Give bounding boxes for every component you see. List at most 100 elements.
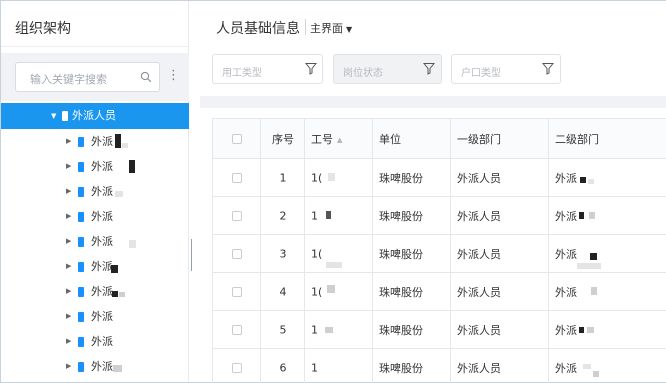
filter-icon[interactable] bbox=[542, 62, 554, 75]
index-cell: 5 bbox=[260, 311, 304, 348]
tree-node[interactable]: ▶ 外派 bbox=[1, 329, 189, 354]
filter-icon[interactable] bbox=[305, 62, 317, 75]
search-icon[interactable] bbox=[140, 71, 152, 83]
header-cell: 序号 bbox=[260, 119, 304, 158]
caret-down-icon: ▼ bbox=[346, 25, 353, 34]
row-checkbox[interactable] bbox=[232, 248, 242, 259]
row-checkbox[interactable] bbox=[232, 362, 242, 373]
search-input[interactable]: 输入关键字搜索 bbox=[15, 62, 160, 92]
redaction-mark bbox=[588, 179, 594, 184]
redaction-mark bbox=[577, 263, 601, 269]
dept2-cell: 外派 bbox=[548, 235, 666, 272]
page-title: 人员基础信息 bbox=[216, 21, 300, 37]
select-all-cell bbox=[212, 119, 260, 158]
tree-node[interactable]: ▶ 外派 bbox=[1, 279, 189, 304]
sidebar-divider bbox=[1, 46, 189, 47]
emp-no-cell: 1( bbox=[304, 273, 372, 310]
filter-icon[interactable] bbox=[423, 62, 435, 75]
tree-node[interactable]: ▶ 外派 bbox=[1, 304, 189, 329]
tree-node[interactable]: ▶ 外派 bbox=[1, 154, 189, 179]
app-window: 组织架构 输入关键字搜索 ⋮ ▼ 外派人员 ▶ 外派 bbox=[0, 0, 666, 383]
view-selector[interactable]: 主界面 ▼ bbox=[310, 20, 352, 36]
caret-right-icon[interactable]: ▶ bbox=[66, 354, 71, 379]
caret-down-icon[interactable]: ▼ bbox=[51, 103, 56, 129]
emp-no-cell: 1 bbox=[304, 349, 372, 383]
dept2-cell: 外派 bbox=[548, 197, 666, 234]
index-cell: 1 bbox=[260, 159, 304, 196]
caret-right-icon[interactable]: ▶ bbox=[66, 329, 71, 354]
table-row[interactable]: 3 1( 珠啤股份 外派人员 外派 bbox=[212, 235, 666, 273]
header-cell: 一级部门 bbox=[450, 119, 548, 158]
sort-icon[interactable]: ▲ bbox=[337, 136, 342, 144]
table-row[interactable]: 5 1 珠啤股份 外派人员 外派 bbox=[212, 311, 666, 349]
header-cell: 二级部门 bbox=[548, 119, 666, 158]
tree-node-label: 外派 bbox=[91, 335, 113, 348]
header-cell: 单位 bbox=[372, 119, 450, 158]
index-cell: 6 bbox=[260, 349, 304, 383]
row-checkbox[interactable] bbox=[232, 324, 242, 335]
tree-node-label: 外派 bbox=[91, 360, 113, 373]
filter-post-status[interactable]: 岗位状态 bbox=[333, 54, 442, 84]
dept2-cell: 外派 bbox=[548, 159, 666, 196]
folder-icon bbox=[78, 287, 84, 297]
redaction-mark bbox=[327, 285, 335, 293]
tree-node-label: 外派 bbox=[91, 235, 113, 248]
redaction-mark bbox=[579, 212, 584, 219]
emp-no-cell: 1( bbox=[304, 235, 372, 272]
redaction-mark bbox=[122, 143, 128, 148]
tree-node[interactable]: ▶ 外派 bbox=[1, 129, 189, 154]
filter-placeholder: 户口类型 bbox=[461, 68, 501, 79]
folder-icon bbox=[78, 362, 84, 372]
table-row[interactable]: 2 1 珠啤股份 外派人员 外派 bbox=[212, 197, 666, 235]
filter-household-type[interactable]: 户口类型 bbox=[451, 54, 561, 84]
filter-placeholder: 用工类型 bbox=[222, 68, 262, 79]
table-header-row: 序号 工号 ▲ 单位 一级部门 二级部门 bbox=[212, 119, 666, 159]
tree-node[interactable]: ▶ 外派 bbox=[1, 254, 189, 279]
view-selector-label: 主界面 bbox=[310, 22, 343, 35]
redaction-mark bbox=[113, 365, 122, 372]
caret-right-icon[interactable]: ▶ bbox=[66, 129, 71, 154]
table-row[interactable]: 4 1( 珠啤股份 外派人员 外派 bbox=[212, 273, 666, 311]
table-row[interactable]: 1 1( 珠啤股份 外派人员 外派 bbox=[212, 159, 666, 197]
panel-resize-handle[interactable] bbox=[191, 239, 194, 271]
caret-right-icon[interactable]: ▶ bbox=[66, 279, 71, 304]
folder-icon bbox=[78, 237, 84, 247]
redaction-mark bbox=[580, 177, 586, 183]
dept2-cell: 外派 bbox=[548, 311, 666, 348]
tree-node-label: 外派 bbox=[91, 210, 113, 223]
redaction-mark bbox=[129, 160, 135, 173]
caret-right-icon[interactable]: ▶ bbox=[66, 154, 71, 179]
filter-employment-type[interactable]: 用工类型 bbox=[212, 54, 323, 84]
filter-placeholder: 岗位状态 bbox=[343, 68, 383, 79]
more-options-icon[interactable]: ⋮ bbox=[167, 67, 180, 85]
folder-icon bbox=[78, 312, 84, 322]
tree-node[interactable]: ▶ 外派 bbox=[1, 229, 189, 254]
select-all-checkbox[interactable] bbox=[232, 133, 242, 144]
redaction-mark bbox=[579, 327, 584, 333]
row-checkbox[interactable] bbox=[232, 210, 242, 221]
dept2-cell: 外派 bbox=[548, 273, 666, 310]
header-cell[interactable]: 工号 ▲ bbox=[304, 119, 372, 158]
tree-node-root[interactable]: ▼ 外派人员 bbox=[1, 103, 189, 129]
tree-node[interactable]: ▶ 外派 bbox=[1, 179, 189, 204]
row-checkbox[interactable] bbox=[232, 286, 242, 297]
tree-node[interactable]: ▶ 外派 bbox=[1, 354, 189, 379]
table-row[interactable]: 6 1 珠啤股份 外派人员 外派 bbox=[212, 349, 666, 383]
tree-node-label: 外派 bbox=[91, 285, 113, 298]
dept1-cell: 外派人员 bbox=[450, 349, 548, 383]
tree-node[interactable]: ▶ 外派 bbox=[1, 204, 189, 229]
caret-right-icon[interactable]: ▶ bbox=[66, 179, 71, 204]
unit-cell: 珠啤股份 bbox=[372, 197, 450, 234]
select-cell bbox=[212, 235, 260, 272]
sidebar-title: 组织架构 bbox=[15, 21, 71, 37]
redaction-mark bbox=[589, 212, 595, 219]
caret-right-icon[interactable]: ▶ bbox=[66, 229, 71, 254]
caret-right-icon[interactable]: ▶ bbox=[66, 204, 71, 229]
main-panel: 人员基础信息 主界面 ▼ 用工类型 岗位状态 户口类型 序号 工号 ▲ 单位 一… bbox=[200, 1, 666, 383]
column-header-emp-no[interactable]: 工号 ▲ bbox=[311, 131, 342, 147]
row-checkbox[interactable] bbox=[232, 172, 242, 183]
folder-icon bbox=[78, 162, 84, 172]
caret-right-icon[interactable]: ▶ bbox=[66, 304, 71, 329]
section-gap bbox=[200, 96, 666, 108]
caret-right-icon[interactable]: ▶ bbox=[66, 254, 71, 279]
